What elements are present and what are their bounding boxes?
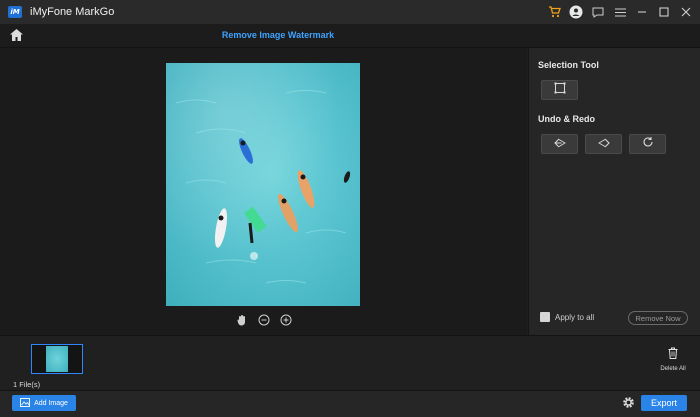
file-list: 1 File(s) Delete All (0, 335, 700, 390)
rectangle-select-icon (554, 81, 566, 99)
maximize-icon[interactable] (656, 4, 672, 20)
undo-icon (553, 135, 566, 153)
page-title: Remove Image Watermark (221, 30, 335, 40)
undo-redo-heading: Undo & Redo (538, 114, 595, 124)
delete-all-button[interactable]: Delete All (658, 346, 688, 372)
trash-icon (668, 346, 678, 363)
add-image-button[interactable]: Add Image (12, 395, 76, 411)
app-title: iMyFone MarkGo (30, 6, 115, 18)
title-bar: iM iMyFone MarkGo (0, 0, 700, 24)
apply-to-all-checkbox[interactable] (540, 312, 550, 322)
zoom-in-icon[interactable] (280, 314, 292, 326)
file-thumbnail[interactable] (31, 344, 83, 374)
files-count: 1 File(s) (13, 380, 41, 389)
undo-button[interactable] (541, 134, 578, 154)
zoom-controls (236, 314, 292, 326)
footer-bar: Add Image Export (0, 390, 700, 417)
close-icon[interactable] (678, 4, 694, 20)
delete-all-label: Delete All (660, 366, 686, 372)
menu-icon[interactable] (612, 4, 628, 20)
reset-button[interactable] (629, 134, 666, 154)
minimize-icon[interactable] (634, 4, 650, 20)
feedback-icon[interactable] (590, 4, 606, 20)
hand-pan-icon[interactable] (236, 314, 248, 326)
apply-to-all-option[interactable]: Apply to all (540, 312, 594, 322)
remove-now-button[interactable]: Remove Now (628, 311, 688, 325)
zoom-out-icon[interactable] (258, 314, 270, 326)
preview-image[interactable] (166, 63, 360, 306)
export-button[interactable]: Export (641, 395, 687, 411)
thumbnail-image (46, 346, 68, 372)
settings-gear-icon[interactable] (621, 395, 636, 410)
add-image-icon (20, 397, 31, 409)
account-icon[interactable] (568, 4, 584, 20)
toolbar: Remove Image Watermark (0, 24, 700, 48)
redo-button[interactable] (585, 134, 622, 154)
preview-canvas (0, 48, 527, 335)
cart-icon[interactable] (546, 4, 562, 20)
rectangle-selection-button[interactable] (541, 80, 578, 100)
app-logo-icon: iM (8, 6, 22, 18)
add-image-label: Add Image (34, 399, 68, 407)
apply-to-all-label: Apply to all (555, 312, 595, 322)
refresh-icon (642, 135, 654, 153)
redo-icon (597, 135, 610, 153)
selection-tool-heading: Selection Tool (538, 60, 599, 70)
tools-panel: Selection Tool Undo & Redo Apply to all … (528, 48, 700, 335)
